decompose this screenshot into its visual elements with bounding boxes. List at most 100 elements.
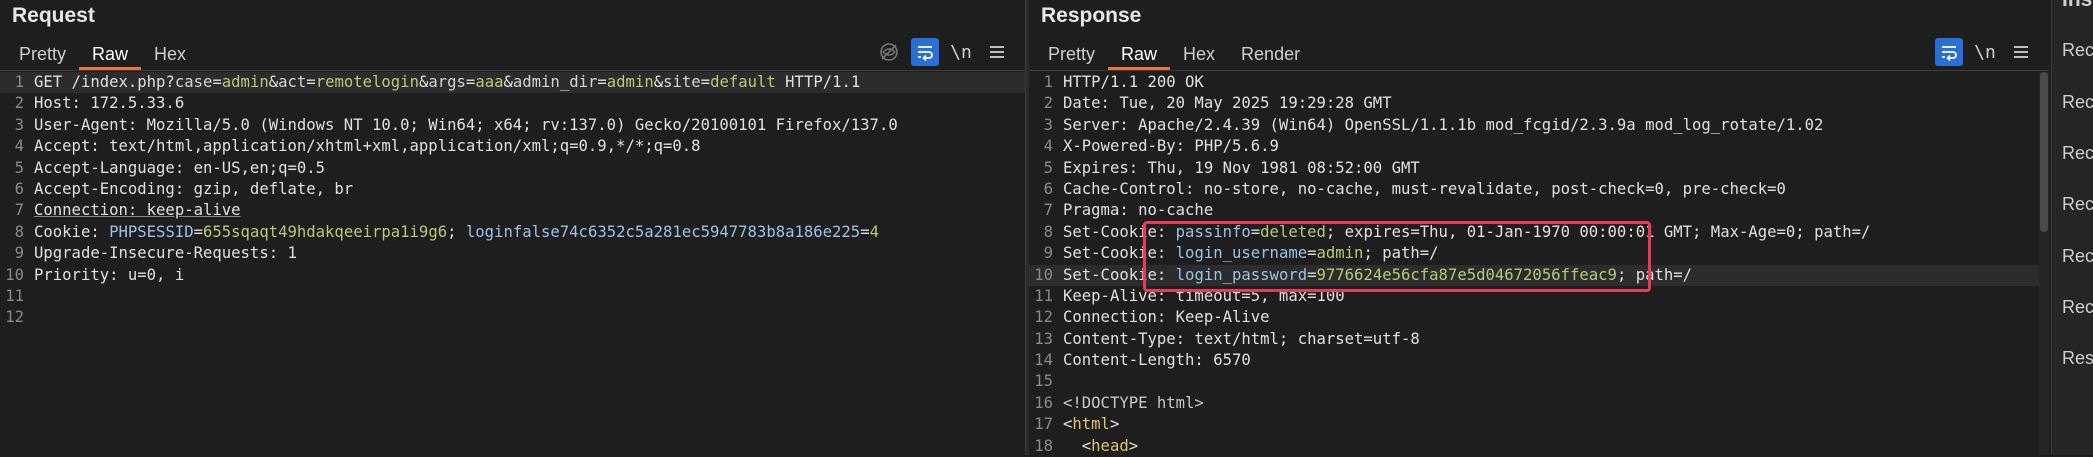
response-scrollbar[interactable] [2039,72,2049,455]
response-toolbar: \n [1935,38,2035,66]
inspector-item[interactable]: Rec [2062,92,2093,113]
html-tag: html [1072,415,1110,434]
response-editor[interactable]: 1 HTTP/1.1 200 OK 2 Date: Tue, 20 May 2025… [1029,72,2049,455]
code-text: ; path=/ [1363,244,1439,263]
code-text: > [1109,415,1120,434]
code-line: 11 Keep-Alive: timeout=5, max=100 [1029,286,2049,307]
code-text: Set-Cookie: [1063,222,1176,241]
param-value: admin [221,73,269,91]
code-text: = [465,73,476,91]
code-text: Set-Cookie: [1063,265,1176,284]
inspector-item[interactable]: Rec [2062,143,2093,164]
param-name: args [428,73,466,91]
cookie-name: PHPSESSID [109,222,194,241]
inspector-item[interactable]: Rec [2062,194,2093,215]
inspector-item[interactable]: Rec [2062,246,2093,267]
code-text: & [653,73,664,91]
newline-toggle-button[interactable]: \n [947,38,975,66]
response-tabs: Pretty Raw Hex Render [1035,40,1313,70]
line-number: 12 [1034,308,1053,327]
code-text: ; [447,222,466,241]
code-text: Expires: Thu, 19 Nov 1981 08:52:00 GMT [1063,158,1420,177]
code-line: 14 Content-Length: 6570 [1029,350,2049,371]
cookie-name: passinfo [1175,222,1251,241]
newline-toggle-button[interactable]: \n [1971,38,1999,66]
code-text: User-Agent: Mozilla/5.0 (Windows NT 10.0… [34,115,898,134]
code-line: 13 Content-Type: text/html; charset=utf-8 [1029,329,2049,350]
line-number: 13 [1034,329,1053,348]
code-line: 4 X-Powered-By: PHP/5.6.9 [1029,136,2049,157]
code-text: Priority: u=0, i [34,265,185,284]
hamburger-icon[interactable] [2007,38,2035,66]
code-text: & [418,73,429,91]
inspector-item[interactable]: Rec [2062,40,2093,61]
code-text: Upgrade-Insecure-Requests: 1 [34,244,297,263]
inspector-item[interactable]: Res [2062,348,2093,369]
word-wrap-icon[interactable] [1935,38,1963,66]
code-text: Accept-Language: en-US,en;q=0.5 [34,158,326,177]
code-text: & [503,73,513,91]
code-line: 16 <!DOCTYPE html> [1029,393,2049,414]
code-text: HTTP/1.1 [775,73,861,91]
param-name: act [278,73,307,91]
line-number: 11 [1034,286,1053,305]
word-wrap-icon[interactable] [911,38,939,66]
cookie-value: deleted [1260,222,1326,241]
line-number: 15 [1034,372,1053,391]
response-tab-hex[interactable]: Hex [1170,40,1228,68]
request-tab-hex[interactable]: Hex [141,40,199,68]
code-text: = [860,222,870,241]
code-text: ; path=/ [1616,265,1693,284]
line-number: 8 [14,222,24,241]
inspector-pane: Ins Rec Rec Rec Rec Rec Rec Res [2051,0,2093,455]
code-line: 10 Set-Cookie: login_password=9776624e56c… [1029,264,2049,286]
code-text: Content-Type: text/html; charset=utf-8 [1063,329,1420,348]
response-tab-divider [1029,70,2049,71]
param-value: remotelogin [315,73,419,91]
eye-off-icon[interactable] [875,38,903,66]
code-text: Cache-Control: no-store, no-cache, must-… [1063,179,1786,198]
inspector-item[interactable]: Rec [2062,297,2093,318]
code-text: HTTP/1.1 200 OK [1063,73,1204,91]
code-text: = [1250,222,1261,241]
code-text: Accept-Encoding: gzip, deflate, br [34,179,354,198]
request-tab-pretty[interactable]: Pretty [6,40,79,68]
line-number: 17 [1034,415,1053,434]
code-text: GET /index.php? [34,73,175,91]
response-scrollbar-thumb[interactable] [2040,72,2048,232]
line-number: 9 [1043,244,1053,263]
response-tab-render[interactable]: Render [1228,40,1313,68]
code-line: 1 GET /index.php?case=admin&act=remotelog… [0,72,1025,94]
inspector-title: Ins [2062,0,2092,12]
line-number: 4 [14,137,24,156]
hamburger-icon[interactable] [983,38,1011,66]
code-text: ; expires=Thu, 01-Jan-1970 00:00:01 GMT;… [1325,222,1871,241]
request-tab-raw[interactable]: Raw [79,40,142,70]
code-text: Content-Length: 6570 [1063,351,1251,370]
code-text: = [212,73,222,91]
line-number: 8 [1043,222,1053,241]
code-text: = [193,222,203,241]
param-name: site [663,73,701,91]
code-text: = [306,73,316,91]
param-value: aaa [475,73,504,91]
line-number: 7 [1043,201,1053,220]
code-line: 3 Server: Apache/2.4.39 (Win64) OpenSSL/1… [1029,115,2049,136]
code-line: 6 Accept-Encoding: gzip, deflate, br [0,179,1025,200]
code-line: 15 [1029,371,2049,392]
line-number: 2 [14,94,24,113]
code-text: Date: Tue, 20 May 2025 19:29:28 GMT [1063,94,1392,113]
request-editor[interactable]: 1 GET /index.php?case=admin&act=remotelog… [0,72,1025,455]
code-text: X-Powered-By: PHP/5.6.9 [1063,137,1279,156]
response-tab-raw[interactable]: Raw [1108,40,1171,70]
line-number: 6 [1043,179,1053,198]
line-number: 11 [5,286,24,305]
line-number: 10 [5,265,24,284]
code-line: 12 [0,307,1025,328]
code-text: Pragma: no-cache [1063,201,1214,220]
code-line: 7 Pragma: no-cache [1029,200,2049,221]
response-tab-pretty[interactable]: Pretty [1035,40,1108,68]
line-number: 14 [1034,351,1053,370]
html-tag: head [1091,436,1129,455]
cookie-name: login_password [1175,265,1308,284]
